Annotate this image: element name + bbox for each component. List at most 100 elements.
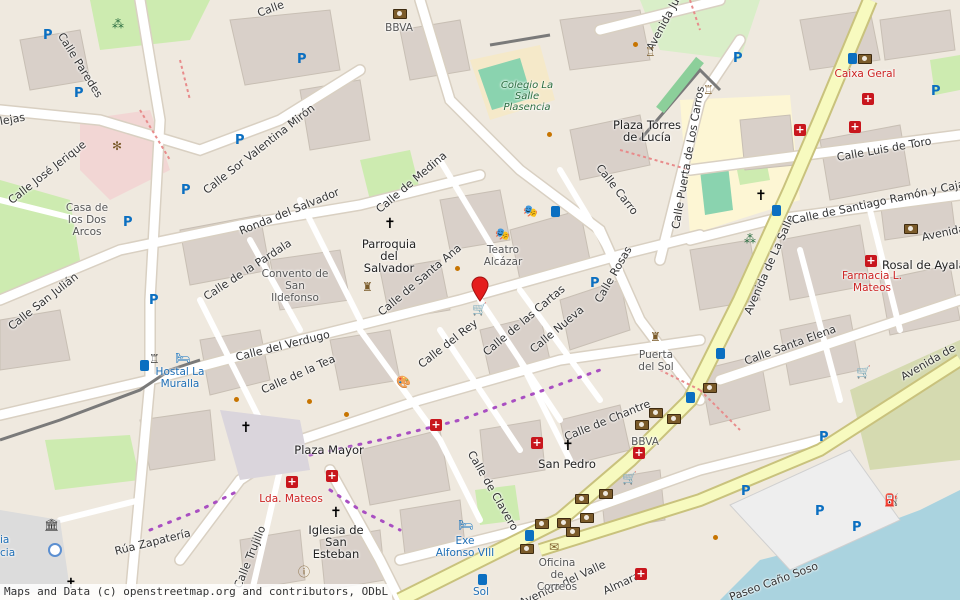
- pharmacy-icon[interactable]: +: [794, 124, 806, 136]
- parking-icon[interactable]: P: [123, 215, 133, 230]
- shop-icon[interactable]: 🛒: [622, 472, 637, 484]
- hotel-icon[interactable]: 🛏: [175, 352, 190, 364]
- shop-icon[interactable]: 🛒: [472, 303, 487, 315]
- bank-icon[interactable]: [520, 544, 534, 554]
- place-label: Parroquia del Salvador: [361, 237, 417, 275]
- parking-icon[interactable]: P: [852, 520, 862, 535]
- parking-icon[interactable]: P: [149, 293, 159, 308]
- place-label: Iglesia de San Esteban: [308, 523, 364, 561]
- post-office-icon[interactable]: ✉: [549, 541, 559, 553]
- place-label: San Pedro: [538, 457, 596, 471]
- parking-icon[interactable]: P: [43, 28, 53, 43]
- theatre-icon[interactable]: 🎭: [523, 205, 538, 217]
- bus-stop-icon[interactable]: [551, 206, 560, 217]
- bank-icon[interactable]: [535, 519, 549, 529]
- place-label: cia: [0, 547, 16, 559]
- fountain-icon[interactable]: ✻: [112, 140, 122, 152]
- parking-icon[interactable]: P: [815, 504, 825, 519]
- pharmacy-icon[interactable]: +: [849, 121, 861, 133]
- place-label: Casa de los Dos Arcos: [65, 202, 109, 238]
- bus-stop-icon[interactable]: [716, 348, 725, 359]
- parking-icon[interactable]: P: [931, 84, 941, 99]
- art-gallery-icon[interactable]: 🎨: [396, 376, 411, 388]
- place-label: Farmacia L. Mateos: [842, 270, 902, 294]
- shop-icon[interactable]: 🛒: [856, 366, 871, 378]
- bank-icon[interactable]: [703, 383, 717, 393]
- poi-dot[interactable]: [547, 132, 552, 137]
- parking-icon[interactable]: P: [181, 183, 191, 198]
- place-label: Puerta del Sol: [638, 349, 674, 373]
- bank-icon[interactable]: [575, 494, 589, 504]
- place-label: Hostal La Muralla: [155, 366, 205, 390]
- poi-dot[interactable]: [344, 412, 349, 417]
- bus-stop-icon[interactable]: [772, 205, 781, 216]
- bus-stop-icon[interactable]: [525, 530, 534, 541]
- poi-dot[interactable]: [713, 535, 718, 540]
- pharmacy-icon[interactable]: +: [633, 447, 645, 459]
- place-label: Exe Alfonso VIII: [435, 535, 495, 559]
- bank-icon[interactable]: [635, 420, 649, 430]
- pharmacy-icon[interactable]: +: [635, 568, 647, 580]
- pharmacy-icon[interactable]: +: [865, 255, 877, 267]
- bus-stop-icon[interactable]: [478, 574, 487, 585]
- parking-icon[interactable]: P: [733, 51, 743, 66]
- parking-icon[interactable]: P: [741, 484, 751, 499]
- fuel-icon[interactable]: ⛽: [884, 494, 899, 506]
- poi-dot[interactable]: [307, 399, 312, 404]
- bank-icon[interactable]: [667, 414, 681, 424]
- place-label: ia: [0, 534, 10, 546]
- playground-icon[interactable]: ⁂: [112, 18, 124, 30]
- parking-icon[interactable]: P: [235, 133, 245, 148]
- pharmacy-icon[interactable]: +: [326, 470, 338, 482]
- church-icon[interactable]: ✝: [384, 216, 396, 232]
- castle-icon[interactable]: ♖: [149, 353, 160, 365]
- map-canvas[interactable]: Calle Paredes Calle Sor Valentina Mirón …: [0, 0, 960, 600]
- monument-icon[interactable]: ♜: [650, 331, 661, 343]
- place-label: Plaza Torres de Lucía: [612, 118, 682, 144]
- church-icon[interactable]: ✝: [240, 420, 252, 436]
- place-label: Caixa Geral: [834, 68, 896, 80]
- place-label: Colegio La Salle Plasencia: [500, 80, 554, 113]
- church-icon[interactable]: ✝: [330, 505, 342, 521]
- bank-icon[interactable]: [566, 527, 580, 537]
- parking-icon[interactable]: P: [590, 276, 600, 291]
- castle-icon[interactable]: ♖: [703, 84, 714, 96]
- church-icon[interactable]: ✝: [562, 438, 574, 454]
- bank-icon[interactable]: [649, 408, 663, 418]
- playground-icon[interactable]: ⁂: [744, 233, 756, 245]
- museum-icon[interactable]: 🏛: [44, 519, 59, 531]
- place-label: Sol: [472, 586, 490, 598]
- hotel-icon[interactable]: 🛏: [458, 519, 473, 531]
- castle-icon[interactable]: ♖: [645, 46, 656, 58]
- theatre-icon[interactable]: 🎭: [495, 228, 510, 240]
- bus-stop-icon[interactable]: [140, 360, 149, 371]
- church-icon[interactable]: ✝: [755, 188, 767, 204]
- place-label: Plaza Mayor: [294, 443, 364, 457]
- place-label: Convento de San Ildefonso: [261, 268, 329, 304]
- parking-icon[interactable]: P: [74, 86, 84, 101]
- bus-stop-icon[interactable]: [686, 392, 695, 403]
- poi-dot[interactable]: [234, 397, 239, 402]
- info-icon[interactable]: ⓘ: [298, 566, 310, 578]
- poi-dot[interactable]: [633, 42, 638, 47]
- bank-icon[interactable]: [393, 9, 407, 19]
- place-label: BBVA: [385, 22, 413, 34]
- bank-icon[interactable]: [580, 513, 594, 523]
- attribution-text: Maps and Data (c) openstreetmap.org and …: [0, 584, 393, 600]
- bank-icon[interactable]: [599, 489, 613, 499]
- location-marker-icon[interactable]: [471, 276, 489, 302]
- place-label: Oficina de Correos: [536, 557, 578, 593]
- place-label: Lda. Mateos: [259, 493, 323, 505]
- pharmacy-icon[interactable]: +: [862, 93, 874, 105]
- parking-icon[interactable]: P: [297, 52, 307, 67]
- bus-stop-icon[interactable]: [848, 53, 857, 64]
- parking-icon[interactable]: P: [819, 430, 829, 445]
- place-label: Teatro Alcázar: [483, 244, 523, 268]
- bank-icon[interactable]: [858, 54, 872, 64]
- poi-dot[interactable]: [455, 266, 460, 271]
- monument-icon[interactable]: ♜: [362, 281, 373, 293]
- pharmacy-icon[interactable]: +: [286, 476, 298, 488]
- bank-icon[interactable]: [904, 224, 918, 234]
- pharmacy-icon[interactable]: +: [531, 437, 543, 449]
- pharmacy-icon[interactable]: +: [430, 419, 442, 431]
